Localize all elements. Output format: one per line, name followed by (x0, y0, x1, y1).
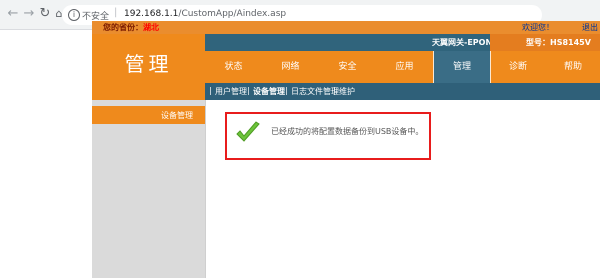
sub-nav-user-management[interactable]: 用户管理 (215, 86, 247, 97)
url-path: /CustomApp/Aindex.asp (178, 9, 287, 19)
tab-management[interactable]: 管理 (434, 51, 490, 83)
tab-diagnostics[interactable]: 诊断 (490, 51, 546, 83)
tab-divider (433, 51, 434, 83)
page-title: 管理 (124, 52, 173, 76)
tab-help[interactable]: 帮助 (546, 51, 600, 83)
checkmark-icon (236, 121, 260, 142)
sub-nav-divider: | (285, 86, 288, 95)
tab-divider (490, 51, 491, 83)
sidebar-divider (205, 100, 206, 278)
brand-block-lower (92, 86, 205, 100)
region-value: 湖北 (143, 23, 159, 32)
url-host: 192.168.1.1 (124, 9, 179, 19)
model-label: 型号：HS8145V (526, 38, 591, 47)
sub-nav-log-file-management[interactable]: 日志文件管理 (291, 86, 339, 97)
region-info: 您的省份：湖北 (103, 22, 159, 33)
success-notice: 已经成功的将配置数据备份到USB设备中。 (225, 112, 431, 160)
tab-applications[interactable]: 应用 (376, 51, 433, 83)
url-separator: | (114, 7, 118, 18)
sidebar-item-label: 设备管理 (161, 111, 193, 120)
sub-nav-device-management[interactable]: 设备管理 (253, 86, 285, 97)
notice-message: 已经成功的将配置数据备份到USB设备中。 (271, 127, 424, 136)
logout-link[interactable]: 退出 (582, 22, 598, 33)
region-label: 您的省份： (103, 23, 143, 32)
main-tabs: 状态 网络 安全 应用 管理 诊断 帮助 (205, 51, 600, 83)
info-icon[interactable]: i (68, 9, 80, 21)
tab-security[interactable]: 安全 (319, 51, 376, 83)
arrow-left-icon[interactable]: ← (6, 7, 20, 21)
sub-nav-divider: | (333, 86, 336, 95)
device-name: 天翼网关-EPON (432, 38, 493, 47)
tab-status[interactable]: 状态 (205, 51, 262, 83)
sidebar-item-device-management[interactable]: 设备管理 (92, 106, 205, 124)
brand-block: 管理 (92, 34, 205, 86)
sub-nav-divider: | (247, 86, 250, 95)
url-text[interactable]: 192.168.1.1/CustomApp/Aindex.asp (124, 9, 286, 19)
reload-icon[interactable]: ↻ (38, 7, 52, 21)
sidebar (92, 100, 205, 278)
sub-navigation: | 用户管理 | 设备管理 | 日志文件管理 | 维护 (205, 83, 600, 100)
sub-nav-maintenance[interactable]: 维护 (339, 86, 355, 97)
sub-nav-divider: | (209, 86, 212, 95)
arrow-right-icon[interactable]: → (22, 7, 36, 21)
tab-network[interactable]: 网络 (262, 51, 319, 83)
welcome-link[interactable]: 欢迎您！ (522, 22, 554, 33)
